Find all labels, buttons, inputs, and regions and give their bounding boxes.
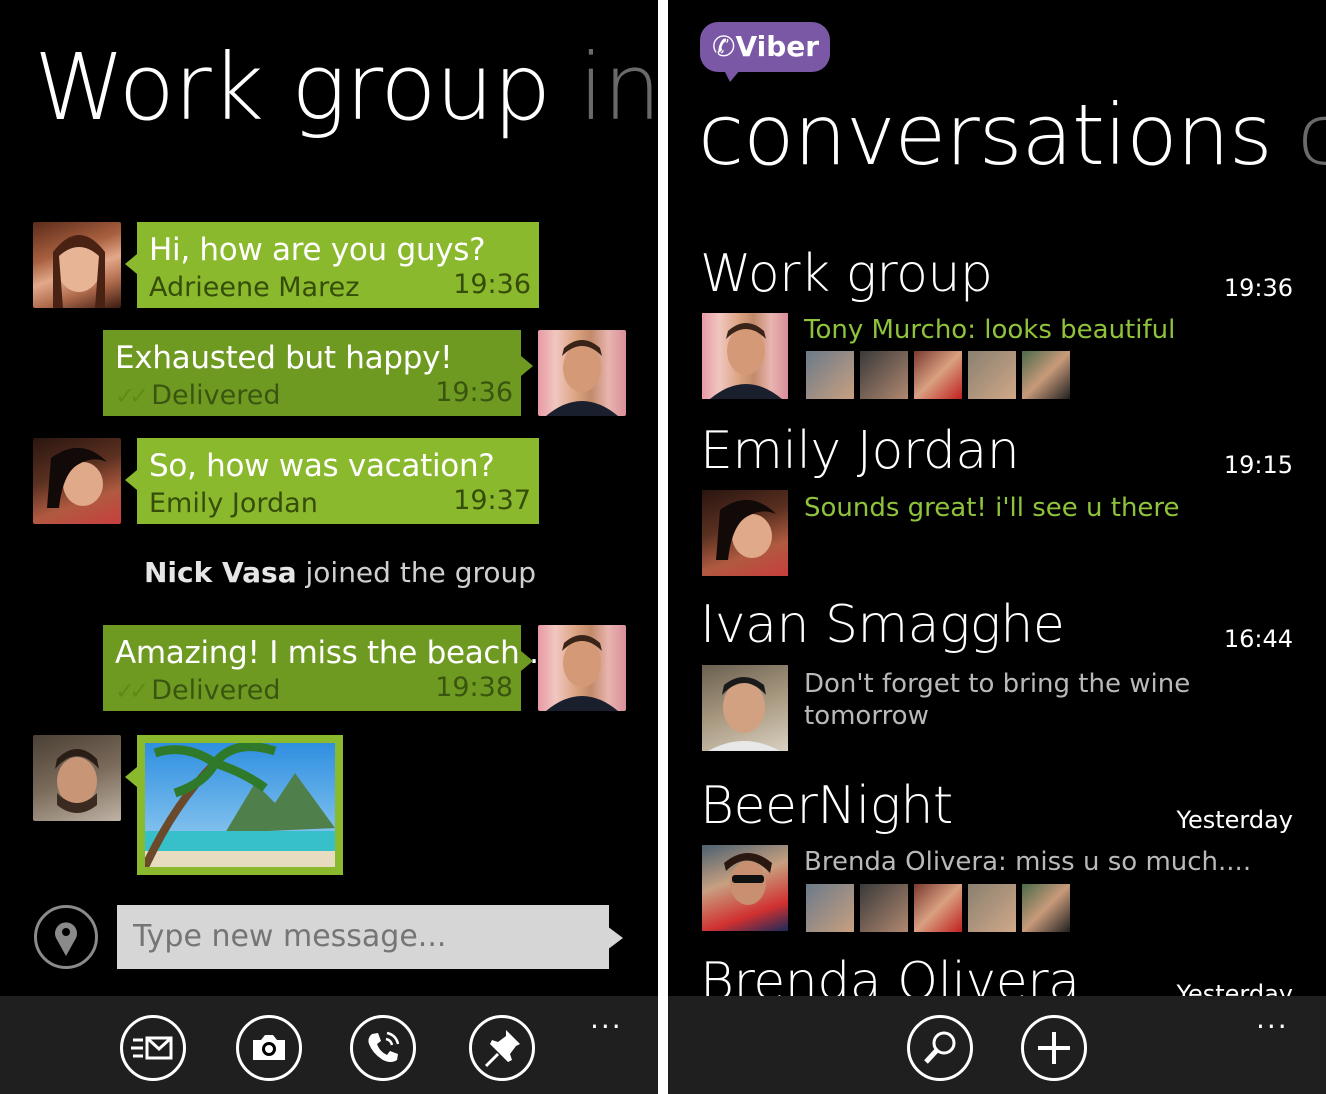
more-options[interactable]: ... (1256, 1002, 1289, 1035)
participant-avatar (860, 351, 908, 399)
avatar (702, 490, 788, 576)
message-bubble[interactable]: So, how was vacation? Emily Jordan 19:37 (125, 438, 539, 524)
pivot-current: conversations (698, 86, 1273, 184)
conversation-time: Yesterday (1176, 806, 1293, 834)
pin-button[interactable] (469, 1015, 535, 1081)
message-status: Delivered (151, 675, 281, 706)
conversation-name: Emily Jordan (700, 421, 1020, 481)
participant-avatar (806, 351, 854, 399)
avatar[interactable] (33, 735, 121, 821)
message-text: So, how was vacation? (149, 448, 495, 484)
participant-avatar (968, 884, 1016, 932)
search-button[interactable] (907, 1015, 973, 1081)
message-text: Exhausted but happy! (115, 340, 453, 376)
conversation-time: 16:44 (1223, 625, 1293, 653)
avatar (702, 845, 788, 931)
message-text: Amazing! I miss the beach... (115, 635, 549, 671)
avatar-face (724, 853, 772, 905)
conversations-title: conversations co (698, 86, 1326, 184)
participant-avatar (806, 884, 854, 932)
message-time: 19:37 (453, 485, 531, 516)
delivered-check-icon: ✓✓ (115, 677, 149, 705)
avatar[interactable] (33, 438, 121, 524)
avatar-face (47, 447, 107, 508)
call-button[interactable] (350, 1015, 416, 1081)
conversation-preview: Don't forget to bring the wine (804, 669, 1191, 699)
avatar-face (546, 340, 618, 416)
bubble-tail (521, 356, 533, 376)
avatar[interactable] (538, 625, 626, 711)
conversation-time: 19:15 (1223, 451, 1293, 479)
viber-logo-text: Viber (735, 30, 820, 63)
conversation-preview-line-2: tomorrow (804, 701, 929, 731)
avatar (702, 665, 788, 751)
participant-avatar (1022, 351, 1070, 399)
avatar-face (708, 677, 780, 751)
avatar (702, 313, 788, 399)
bubble-tail (521, 651, 533, 671)
chat-title: Work group info (34, 34, 658, 141)
location-pin-icon (55, 922, 77, 956)
conversation-name: BeerNight (700, 776, 953, 836)
participant-avatar (914, 351, 962, 399)
conversation-name: Work group (700, 244, 993, 304)
participant-avatar (914, 884, 962, 932)
message-bubble[interactable]: Amazing! I miss the beach... ✓✓ Delivered… (103, 625, 549, 711)
avatar[interactable] (33, 222, 121, 308)
chat-app-bar: ... (0, 996, 658, 1094)
avatar-face (546, 635, 618, 711)
pin-icon (484, 1030, 520, 1068)
image-message-bubble[interactable] (125, 735, 343, 875)
more-options[interactable]: ... (590, 1002, 623, 1035)
avatar-face (716, 499, 776, 560)
participant-avatar (860, 884, 908, 932)
avatar-face (55, 749, 99, 813)
logo-tail (724, 70, 740, 82)
compose-tail (607, 926, 623, 950)
add-button[interactable] (1021, 1015, 1087, 1081)
location-button[interactable] (34, 905, 98, 969)
avatar[interactable] (538, 330, 626, 416)
conversations-app-bar: ... (668, 996, 1326, 1094)
message-bubble[interactable]: Exhausted but happy! ✓✓ Delivered 19:36 (103, 330, 533, 416)
viber-logo: ✆Viber (700, 22, 830, 72)
message-time: 19:36 (435, 377, 513, 408)
conversation-time: 19:36 (1223, 274, 1293, 302)
conversations-screen: ✆Viber conversations co Work group 19:36… (668, 0, 1326, 1094)
bubble-tail (125, 470, 137, 490)
conversation-name: Ivan Smagghe (700, 595, 1065, 655)
bubble-tail (125, 254, 137, 274)
avatar-face (710, 323, 782, 399)
compose-sms-icon (131, 1036, 173, 1060)
beach-photo[interactable] (141, 742, 335, 869)
message-time: 19:36 (453, 269, 531, 300)
message-time: 19:38 (435, 672, 513, 703)
participant-avatar (968, 351, 1016, 399)
system-action: joined the group (305, 556, 537, 589)
pivot-next-info[interactable]: info (578, 34, 658, 141)
phone-icon: ✆ (712, 30, 736, 63)
camera-button[interactable] (236, 1015, 302, 1081)
conversation-preview: Tony Murcho: looks beautiful (804, 315, 1176, 345)
conversation-preview: Brenda Olivera: miss u so much.... (804, 847, 1252, 877)
avatar-face (53, 235, 105, 308)
search-icon (924, 1031, 956, 1064)
conversation-preview: Sounds great! i'll see u there (804, 493, 1180, 523)
bubble-tail (125, 767, 137, 787)
compose-sms-button[interactable] (120, 1015, 186, 1081)
camera-icon (253, 1035, 285, 1060)
joined-user-name: Nick Vasa (144, 556, 297, 589)
call-icon (368, 1031, 400, 1062)
add-icon (1038, 1032, 1070, 1064)
pivot-next-contacts[interactable]: co (1297, 86, 1326, 184)
message-text: Hi, how are you guys? (149, 232, 486, 268)
message-input[interactable] (117, 905, 609, 969)
delivered-check-icon: ✓✓ (115, 382, 149, 410)
system-message: Nick Vasa joined the group (144, 556, 536, 589)
message-bubble[interactable]: Hi, how are you guys? Adrieene Marez 19:… (125, 222, 539, 308)
chat-screen: Work group info Hi, how are you guys? Ad… (0, 0, 658, 1094)
participant-avatar (1022, 884, 1070, 932)
group-name: Work group (34, 34, 551, 141)
message-status: Delivered (151, 380, 281, 411)
